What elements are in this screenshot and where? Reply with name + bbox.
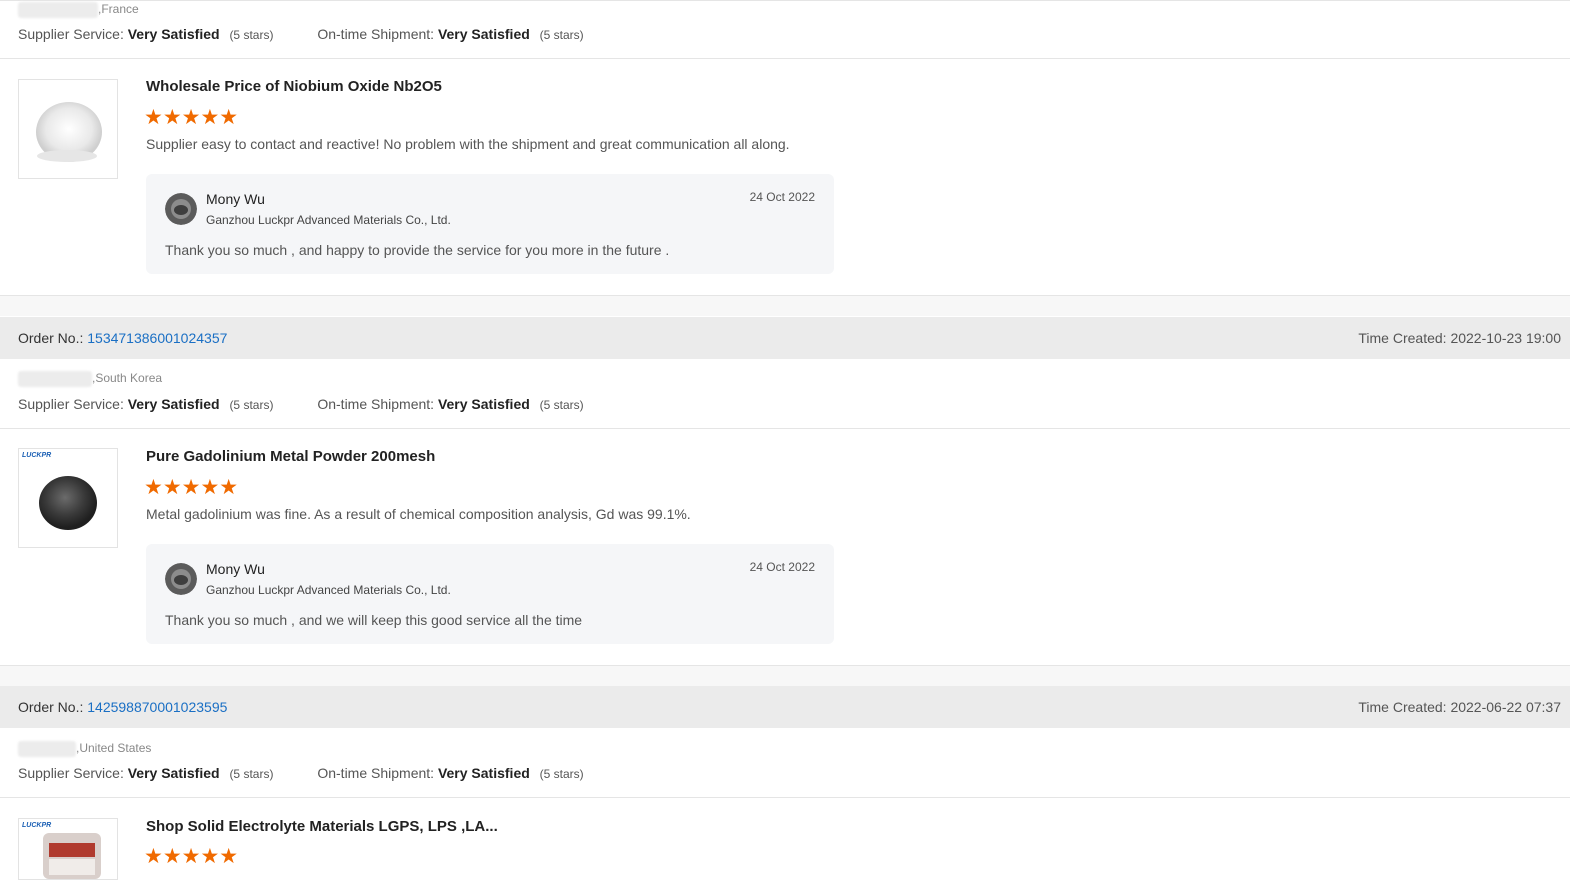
gadolinium-powder-image	[39, 476, 97, 530]
reply-text: Thank you so much , and happy to provide…	[165, 242, 670, 258]
niobium-oxide-powder-image	[36, 102, 102, 162]
avatar	[165, 563, 197, 595]
blurred-buyer-name	[18, 371, 92, 387]
supplier-service-stars: (5 stars)	[229, 767, 274, 781]
shipment-label: On-time Shipment:	[317, 765, 435, 781]
time-created-value: 2022-10-23 19:00	[1450, 330, 1561, 346]
product-title-link[interactable]: Shop Solid Electrolyte Materials LGPS, L…	[146, 818, 498, 835]
reply-author-name: Mony Wu	[206, 561, 265, 577]
order-number-label: Order No.:	[18, 330, 84, 346]
supplier-service-value: Very Satisfied	[127, 26, 220, 42]
time-created-label: Time Created:	[1358, 330, 1447, 346]
reply-author-name: Mony Wu	[206, 191, 265, 207]
order-ratings: Supplier Service: Very Satisfied (5 star…	[18, 26, 584, 42]
reply-date: 24 Oct 2022	[749, 190, 815, 204]
blurred-buyer-name	[18, 2, 98, 18]
divider	[0, 797, 1570, 798]
brand-logo: LUCKPR	[22, 452, 52, 459]
blurred-buyer-name	[18, 741, 76, 757]
supplier-service-label: Supplier Service:	[18, 765, 124, 781]
order-ratings: Supplier Service: Very Satisfied (5 star…	[18, 396, 584, 412]
product-title-link[interactable]: Pure Gadolinium Metal Powder 200mesh	[146, 448, 435, 465]
order-number-label: Order No.:	[18, 699, 84, 715]
time-created: Time Created: 2022-10-23 19:00	[1358, 330, 1561, 346]
shipment-stars: (5 stars)	[539, 28, 584, 42]
shipment-label: On-time Shipment:	[317, 26, 435, 42]
section-gap	[0, 296, 1570, 316]
order-number-group: Order No.: 142598870001023595	[18, 699, 227, 715]
order-number-link[interactable]: 142598870001023595	[87, 699, 227, 715]
avatar	[165, 193, 197, 225]
order-header: Order No.: 153471386001024357 Time Creat…	[0, 317, 1570, 359]
supplier-reply: Mony Wu Ganzhou Luckpr Advanced Material…	[146, 544, 834, 644]
time-created: Time Created: 2022-06-22 07:37	[1358, 699, 1561, 715]
product-thumbnail[interactable]: LUCKPR	[18, 818, 118, 880]
review-text: Supplier easy to contact and reactive! N…	[146, 136, 790, 152]
buyer-location: ,South Korea	[18, 371, 162, 387]
buyer-country: ,France	[98, 2, 139, 17]
section-gap	[0, 666, 1570, 686]
product-thumbnail[interactable]: LUCKPR	[18, 448, 118, 548]
supplier-service-value: Very Satisfied	[127, 396, 220, 412]
supplier-service-stars: (5 stars)	[229, 398, 274, 412]
product-rating-stars: ★★★★★	[144, 106, 239, 129]
reply-text: Thank you so much , and we will keep thi…	[165, 612, 583, 628]
time-created-label: Time Created:	[1358, 699, 1447, 715]
shipment-label: On-time Shipment:	[317, 396, 435, 412]
order-header: Order No.: 142598870001023595 Time Creat…	[0, 686, 1570, 728]
divider	[0, 58, 1570, 59]
product-rating-stars: ★★★★★	[144, 476, 239, 499]
supplier-service-value: Very Satisfied	[127, 765, 220, 781]
order-number-group: Order No.: 153471386001024357	[18, 330, 227, 346]
reply-company: Ganzhou Luckpr Advanced Materials Co., L…	[206, 213, 451, 227]
supplier-service-label: Supplier Service:	[18, 26, 124, 42]
buyer-location: ,United States	[18, 741, 151, 757]
divider	[0, 428, 1570, 429]
order-number-link[interactable]: 153471386001024357	[87, 330, 227, 346]
reply-company: Ganzhou Luckpr Advanced Materials Co., L…	[206, 583, 451, 597]
order-ratings: Supplier Service: Very Satisfied (5 star…	[18, 765, 584, 781]
shipment-stars: (5 stars)	[539, 767, 584, 781]
supplier-service-label: Supplier Service:	[18, 396, 124, 412]
supplier-reply: Mony Wu Ganzhou Luckpr Advanced Material…	[146, 174, 834, 274]
buyer-country: ,United States	[76, 741, 152, 756]
product-title-link[interactable]: Wholesale Price of Niobium Oxide Nb2O5	[146, 78, 442, 95]
buyer-location: ,France	[18, 2, 139, 18]
review-text: Metal gadolinium was fine. As a result o…	[146, 506, 691, 522]
shipment-stars: (5 stars)	[539, 398, 584, 412]
shipment-value: Very Satisfied	[437, 26, 530, 42]
product-thumbnail[interactable]	[18, 79, 118, 179]
shipment-value: Very Satisfied	[437, 765, 530, 781]
brand-logo: LUCKPR	[22, 822, 52, 829]
product-rating-stars: ★★★★★	[144, 845, 239, 868]
buyer-country: ,South Korea	[92, 371, 163, 386]
supplier-service-stars: (5 stars)	[229, 28, 274, 42]
top-divider	[0, 0, 1570, 1]
reply-date: 24 Oct 2022	[749, 560, 815, 574]
time-created-value: 2022-06-22 07:37	[1450, 699, 1561, 715]
shipment-value: Very Satisfied	[437, 396, 530, 412]
